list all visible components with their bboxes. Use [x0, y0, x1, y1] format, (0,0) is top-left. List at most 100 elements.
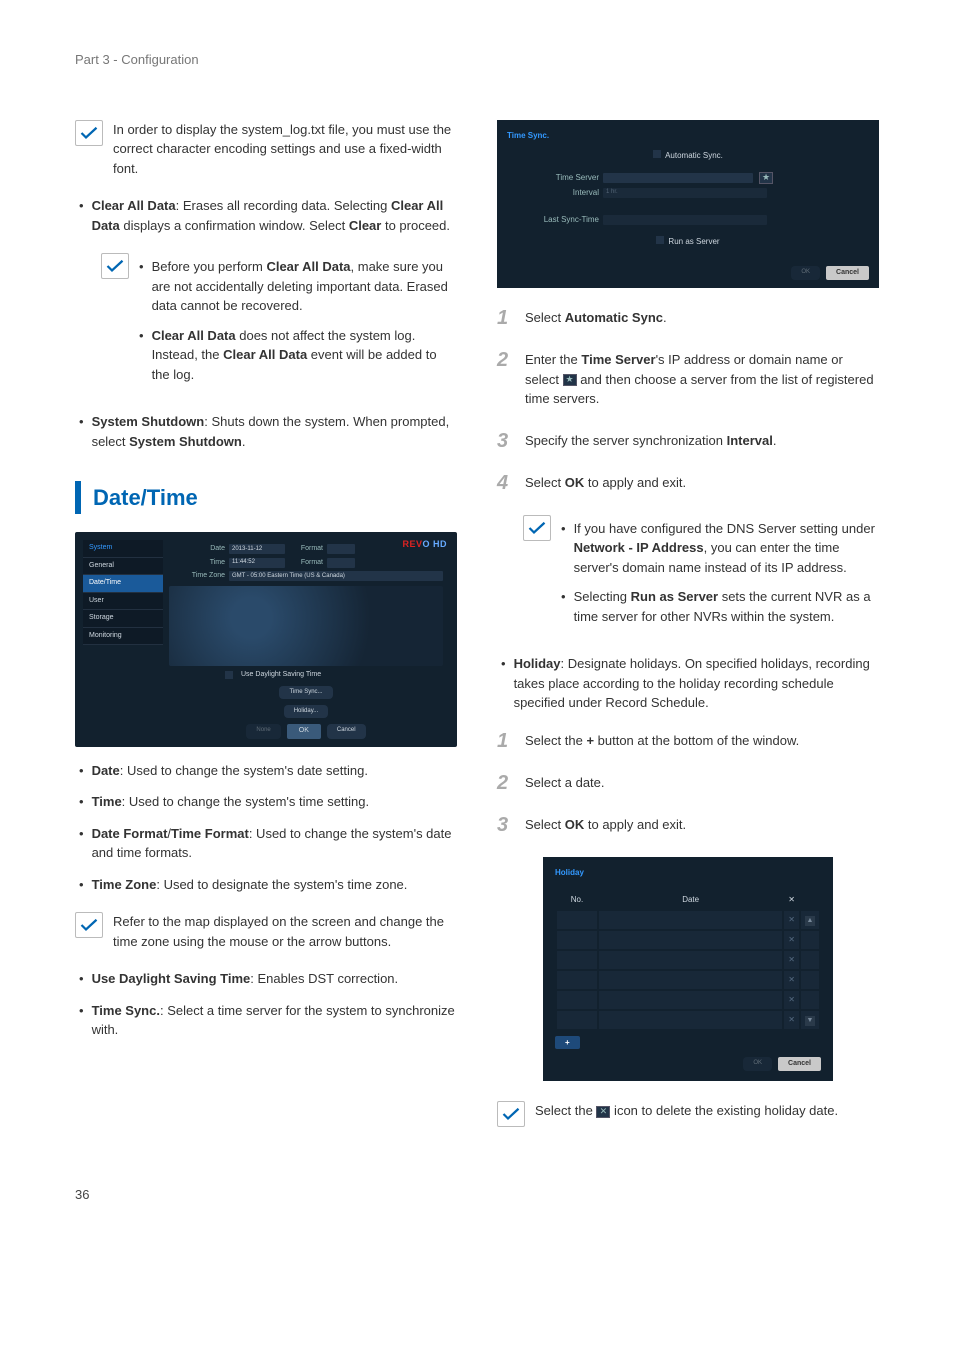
- holiday-table: No. Date ✕ ✕▲ ✕ ✕ ✕ ✕ ✕▼: [555, 889, 821, 1031]
- sidebar-item[interactable]: User: [83, 593, 163, 611]
- auto-sync-checkbox[interactable]: [653, 150, 661, 158]
- x-icon[interactable]: ✕: [784, 911, 799, 929]
- run-as-server-label: Run as Server: [668, 236, 719, 248]
- tz-label: Time Zone: [169, 571, 225, 582]
- label: Clear All Data: [92, 198, 176, 213]
- run-as-server-checkbox[interactable]: [656, 236, 664, 244]
- note-tz: Refer to the map displayed on the screen…: [75, 912, 457, 951]
- check-icon: [497, 1101, 525, 1127]
- screenshot-datetime: REVO HD System General Date/Time User St…: [75, 532, 457, 747]
- screenshot-timesync: Time Sync. Automatic Sync. Time Server★ …: [497, 120, 879, 289]
- dialog-title: Holiday: [555, 867, 821, 879]
- step-3: Specify the server synchronization Inter…: [497, 431, 879, 451]
- sidebar-item[interactable]: Storage: [83, 610, 163, 628]
- brand-logo: REVO HD: [402, 538, 447, 552]
- x-icon[interactable]: ✕: [784, 971, 799, 989]
- time-label: Time: [169, 558, 225, 569]
- cancel-button[interactable]: Cancel: [327, 724, 366, 739]
- bullet-time: Time: Used to change the system's time s…: [75, 792, 457, 812]
- step-1: Select Automatic Sync.: [497, 308, 879, 328]
- page-header: Part 3 - Configuration: [75, 50, 879, 70]
- check-icon: [101, 253, 129, 279]
- note-syslog: In order to display the system_log.txt f…: [75, 120, 457, 179]
- x-icon[interactable]: ✕: [784, 991, 799, 1009]
- x-icon: ✕: [596, 1106, 610, 1118]
- ok-button[interactable]: OK: [743, 1057, 772, 1072]
- star-lookup-icon: ★: [563, 374, 577, 386]
- bullet-format: Date Format/Time Format: Used to change …: [75, 824, 457, 863]
- bullet-timesync: Time Sync.: Select a time server for the…: [75, 1001, 457, 1040]
- date-label: Date: [169, 544, 225, 555]
- format-label: Format: [289, 544, 323, 555]
- col-x: ✕: [784, 891, 799, 909]
- bullet-list: Holiday: Designate holidays. On specifie…: [497, 654, 879, 713]
- tz-select[interactable]: GMT - 05:00 Eastern Time (US & Canada): [229, 571, 443, 581]
- time-format-select[interactable]: [327, 558, 355, 568]
- dst-checkbox[interactable]: [225, 671, 233, 679]
- holiday-steps: Select the + button at the bottom of the…: [497, 731, 879, 835]
- note-clear: Before you perform Clear All Data, make …: [101, 253, 457, 394]
- sub-bullets: Before you perform Clear All Data, make …: [139, 257, 457, 384]
- bullet-holiday: Holiday: Designate holidays. On specifie…: [497, 654, 879, 713]
- format-label: Format: [289, 558, 323, 569]
- last-sync-label: Last Sync-Time: [507, 214, 599, 226]
- sub-bullets: If you have configured the DNS Server se…: [561, 519, 879, 627]
- sidebar-item-selected[interactable]: Date/Time: [83, 575, 163, 593]
- bullet-clear-all: Clear All Data: Erases all recording dat…: [75, 196, 457, 235]
- screenshot-holiday: Holiday No. Date ✕ ✕▲ ✕ ✕ ✕ ✕ ✕▼ + OK Ca…: [543, 857, 833, 1082]
- h-step-1: Select the + button at the bottom of the…: [497, 731, 879, 751]
- bullet-date: Date: Used to change the system's date s…: [75, 761, 457, 781]
- time-sync-button[interactable]: Time Sync...: [279, 686, 332, 699]
- interval-label: Interval: [507, 187, 599, 199]
- sub-bullet: If you have configured the DNS Server se…: [561, 519, 879, 578]
- sub-bullet: Before you perform Clear All Data, make …: [139, 257, 457, 316]
- date-input[interactable]: 2013-11-12: [229, 544, 285, 554]
- bullet-list: Use Daylight Saving Time: Enables DST co…: [75, 969, 457, 1040]
- sync-steps: Select Automatic Sync. Enter the Time Se…: [497, 308, 879, 493]
- star-lookup-icon[interactable]: ★: [759, 172, 773, 184]
- sidebar-item[interactable]: Monitoring: [83, 628, 163, 646]
- step-2: Enter the Time Server's IP address or do…: [497, 350, 879, 409]
- x-icon[interactable]: ✕: [784, 951, 799, 969]
- right-column: Time Sync. Automatic Sync. Time Server★ …: [497, 120, 879, 1146]
- sub-bullet: Clear All Data does not affect the syste…: [139, 326, 457, 385]
- ok-button[interactable]: OK: [287, 724, 321, 739]
- auto-sync-label: Automatic Sync.: [665, 150, 723, 162]
- scroll-down-icon[interactable]: ▼: [805, 1016, 815, 1026]
- none-button: None: [246, 724, 280, 739]
- check-icon: [75, 912, 103, 938]
- sidebar-item[interactable]: General: [83, 558, 163, 576]
- world-map[interactable]: [169, 586, 443, 666]
- x-icon[interactable]: ✕: [784, 931, 799, 949]
- page-number: 36: [75, 1185, 879, 1205]
- ok-button[interactable]: OK: [791, 266, 820, 281]
- bullet-list: Date: Used to change the system's date s…: [75, 761, 457, 895]
- time-server-label: Time Server: [507, 172, 599, 184]
- cancel-button[interactable]: Cancel: [826, 266, 869, 281]
- note-text: Refer to the map displayed on the screen…: [113, 912, 457, 951]
- sub-bullet: Selecting Run as Server sets the current…: [561, 587, 879, 626]
- holiday-button[interactable]: Holiday...: [284, 705, 329, 718]
- add-button[interactable]: +: [555, 1036, 580, 1049]
- time-input[interactable]: 11:44:52: [229, 558, 285, 568]
- bullet-shutdown: System Shutdown: Shuts down the system. …: [75, 412, 457, 451]
- interval-select[interactable]: 1 hr.: [603, 188, 767, 198]
- time-server-input[interactable]: [603, 173, 753, 183]
- x-icon[interactable]: ✕: [784, 1011, 799, 1029]
- bullet-list: System Shutdown: Shuts down the system. …: [75, 412, 457, 451]
- note-delete-holiday: Select the ✕ icon to delete the existing…: [497, 1101, 879, 1127]
- dst-label: Use Daylight Saving Time: [241, 670, 321, 681]
- step-4: Select OK to apply and exit.: [497, 473, 879, 493]
- note-dns-run: If you have configured the DNS Server se…: [523, 515, 879, 637]
- bullet-tz: Time Zone: Used to designate the system'…: [75, 875, 457, 895]
- two-column-layout: In order to display the system_log.txt f…: [75, 120, 879, 1146]
- last-sync-value: [603, 215, 767, 225]
- scroll-up-icon[interactable]: ▲: [805, 916, 815, 926]
- section-heading: Date/Time: [75, 481, 457, 514]
- bullet-dst: Use Daylight Saving Time: Enables DST co…: [75, 969, 457, 989]
- h-step-2: Select a date.: [497, 773, 879, 793]
- cancel-button[interactable]: Cancel: [778, 1057, 821, 1072]
- date-format-select[interactable]: [327, 544, 355, 554]
- sidebar-title: System: [83, 540, 163, 558]
- col-date: Date: [599, 891, 782, 909]
